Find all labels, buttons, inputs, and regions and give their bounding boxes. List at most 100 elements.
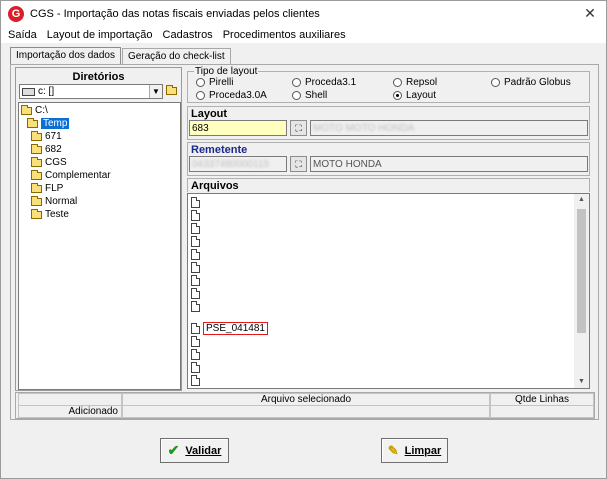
radio-proceda30a[interactable]: Proceda3.0A xyxy=(196,90,267,101)
document-icon xyxy=(191,236,200,247)
binoculars-icon: ⛶ xyxy=(295,159,302,169)
folder-open-icon xyxy=(27,117,38,128)
file-item[interactable] xyxy=(191,287,203,300)
drive-value: c: [] xyxy=(38,86,55,97)
folder-open-icon xyxy=(21,104,32,115)
status-table: Arquivo selecionado Qtde Linhas Adiciona… xyxy=(15,392,595,419)
validate-button[interactable]: ✔ Validar xyxy=(160,438,229,463)
menu-procedimentos-auxiliares[interactable]: Procedimentos auxiliares xyxy=(218,29,351,41)
tree-item-671[interactable]: 671 xyxy=(31,130,62,143)
open-folder-icon xyxy=(166,85,177,95)
menu-cadastros[interactable]: Cadastros xyxy=(158,29,218,41)
file-item[interactable] xyxy=(191,335,203,348)
file-item[interactable] xyxy=(191,248,203,261)
tree-item-flp[interactable]: FLP xyxy=(31,182,63,195)
files-label: Arquivos xyxy=(191,180,239,192)
layout-label: Layout xyxy=(191,108,228,120)
file-item[interactable] xyxy=(191,222,203,235)
files-list[interactable]: PSE_041481 ▲ ▼ xyxy=(187,193,590,389)
file-item[interactable] xyxy=(191,374,203,387)
directories-panel: Diretórios c: [] ▼ C:\ Temp 671 682 CGS … xyxy=(15,67,182,391)
tab-strip: Importação dos dados Geração do check-li… xyxy=(10,47,232,65)
selected-file-value xyxy=(122,405,490,418)
layout-description-field: MOTO MOTO HONDA xyxy=(310,120,588,136)
added-label: Adicionado xyxy=(18,405,122,418)
tree-item-cgs[interactable]: CGS xyxy=(31,156,67,169)
file-item[interactable] xyxy=(191,300,203,313)
file-item[interactable] xyxy=(191,261,203,274)
binoculars-icon: ⛶ xyxy=(295,123,302,133)
document-icon xyxy=(191,249,200,260)
radio-repsol[interactable]: Repsol xyxy=(393,77,437,88)
drive-icon xyxy=(22,87,35,96)
document-icon xyxy=(191,336,200,347)
tab-importacao-dados[interactable]: Importação dos dados xyxy=(10,47,121,65)
close-button[interactable]: ✕ xyxy=(582,5,598,21)
tree-item-complementar[interactable]: Complementar xyxy=(31,169,111,182)
files-group xyxy=(187,178,590,192)
radio-pirelli[interactable]: Pirelli xyxy=(196,77,233,88)
clear-button[interactable]: ✎ Limpar xyxy=(381,438,448,463)
document-icon xyxy=(191,362,200,373)
file-item-highlighted[interactable]: PSE_041481 xyxy=(191,322,268,335)
radio-layout[interactable]: Layout xyxy=(393,90,436,101)
files-scrollbar[interactable]: ▲ ▼ xyxy=(574,194,589,388)
sender-code-input[interactable]: 04337480000115 xyxy=(189,156,287,172)
chevron-down-icon[interactable]: ▼ xyxy=(149,85,162,98)
tab-geracao-checklist[interactable]: Geração do check-list xyxy=(121,48,231,65)
title-bar: G CGS - Importação das notas fiscais env… xyxy=(1,1,606,27)
folder-icon xyxy=(31,169,42,180)
folder-icon xyxy=(31,182,42,193)
scroll-up-icon[interactable]: ▲ xyxy=(574,194,589,206)
document-icon xyxy=(191,301,200,312)
directories-title: Diretórios xyxy=(72,71,125,83)
tree-item-root[interactable]: C:\ xyxy=(21,104,48,117)
tree-item-682[interactable]: 682 xyxy=(31,143,62,156)
document-icon xyxy=(191,288,200,299)
drive-select[interactable]: c: [] ▼ xyxy=(19,84,163,99)
radio-proceda31[interactable]: Proceda3.1 xyxy=(292,77,356,88)
radio-padrao-globus[interactable]: Padrão Globus xyxy=(491,77,571,88)
file-item[interactable] xyxy=(191,235,203,248)
file-item[interactable] xyxy=(191,196,203,209)
scroll-thumb[interactable] xyxy=(577,209,586,333)
app-logo-icon: G xyxy=(8,6,24,22)
document-icon xyxy=(191,223,200,234)
file-item[interactable] xyxy=(191,209,203,222)
sender-name-field: MOTO HONDA xyxy=(310,156,588,172)
layout-type-legend: Tipo de layout xyxy=(194,66,259,77)
folder-icon xyxy=(31,143,42,154)
main-window: G CGS - Importação das notas fiscais env… xyxy=(0,0,607,479)
file-item[interactable] xyxy=(191,274,203,287)
sender-label: Remetente xyxy=(191,144,248,156)
layout-search-button[interactable]: ⛶ xyxy=(290,120,307,136)
folder-icon xyxy=(31,208,42,219)
file-item[interactable] xyxy=(191,361,203,374)
folder-icon xyxy=(31,130,42,141)
document-icon xyxy=(191,275,200,286)
folder-icon xyxy=(31,156,42,167)
checkmark-icon: ✔ xyxy=(167,442,180,458)
tree-item-temp[interactable]: Temp xyxy=(27,117,70,130)
scroll-down-icon[interactable]: ▼ xyxy=(574,376,589,388)
sender-search-button[interactable]: ⛶ xyxy=(290,156,307,172)
layout-code-input[interactable]: 683 xyxy=(189,120,287,136)
document-icon xyxy=(191,210,200,221)
qty-lines-value xyxy=(490,405,594,418)
eraser-icon: ✎ xyxy=(387,442,399,458)
file-item[interactable] xyxy=(191,348,203,361)
menu-saida[interactable]: Saída xyxy=(1,29,42,41)
document-icon xyxy=(191,375,200,386)
open-folder-button[interactable] xyxy=(165,83,181,99)
directory-tree[interactable]: C:\ Temp 671 682 CGS Complementar FLP No… xyxy=(18,102,181,390)
window-title: CGS - Importação das notas fiscais envia… xyxy=(30,8,320,20)
radio-shell[interactable]: Shell xyxy=(292,90,327,101)
layout-type-group: Tipo de layout Pirelli Proceda3.1 Repsol… xyxy=(187,66,590,103)
document-icon xyxy=(191,323,200,334)
document-icon xyxy=(191,349,200,360)
menu-layout-importacao[interactable]: Layout de importação xyxy=(42,29,158,41)
document-icon xyxy=(191,197,200,208)
menu-bar: Saída Layout de importação Cadastros Pro… xyxy=(1,27,606,43)
tree-item-normal[interactable]: Normal xyxy=(31,195,77,208)
tree-item-teste[interactable]: Teste xyxy=(31,208,69,221)
